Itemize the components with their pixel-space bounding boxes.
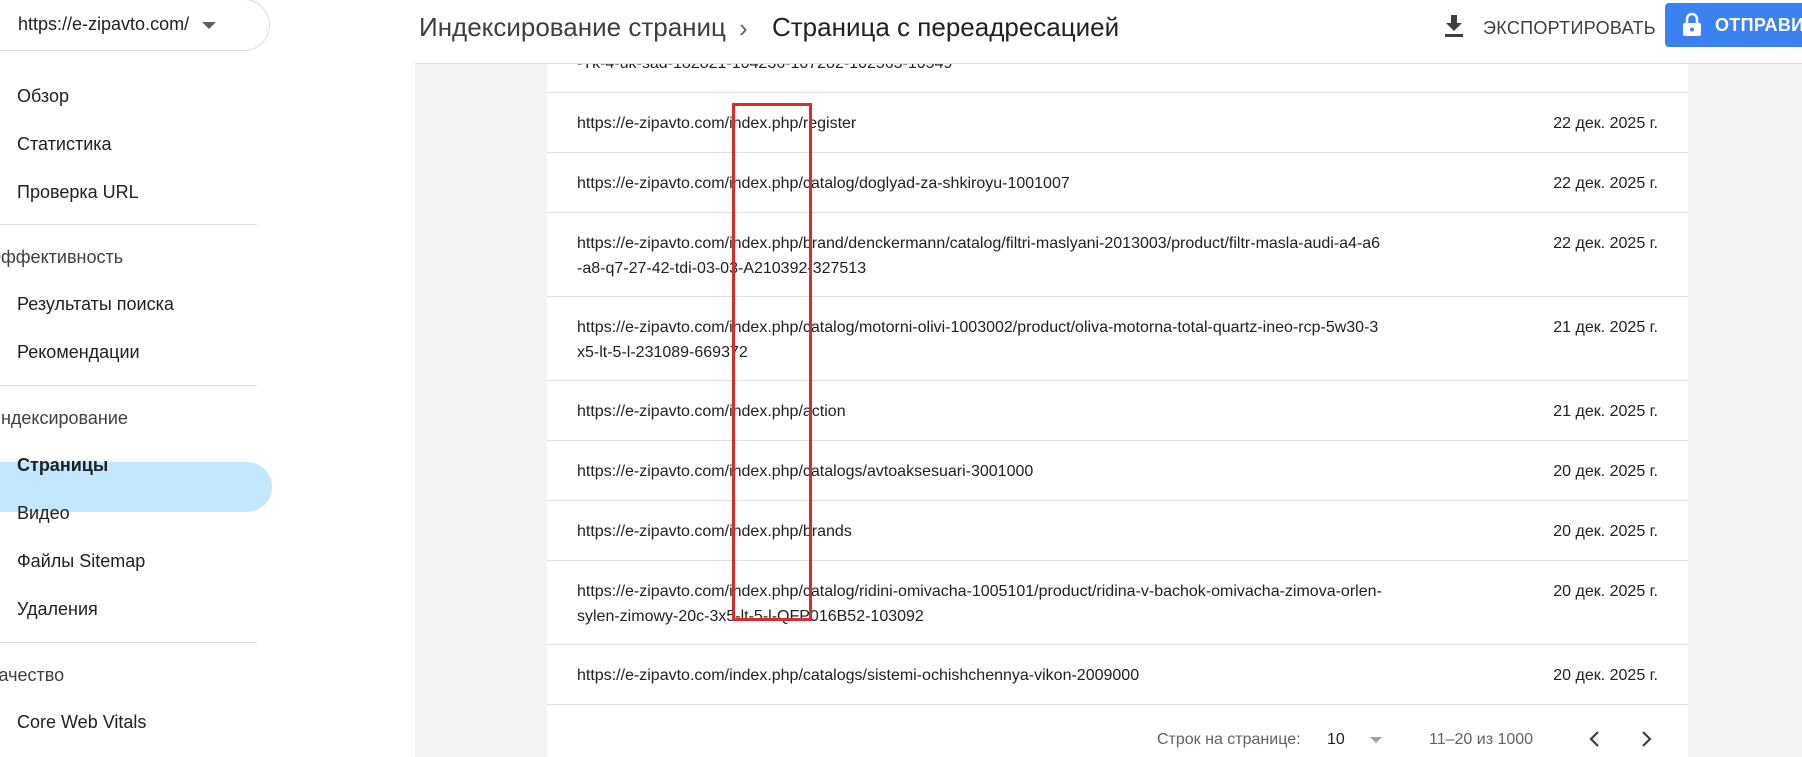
row-url: https://e-zipavto.com/index.php/catalogs…: [577, 463, 1034, 480]
submit-label: ОТПРАВИТ: [1715, 15, 1802, 35]
row-date: 20 дек. 2025 г.: [1553, 667, 1658, 684]
row-date: 21 дек. 2025 г.: [1553, 403, 1658, 420]
nav-item-search-results[interactable]: Результаты поиска: [17, 294, 174, 315]
row-date: 22 дек. 2025 г.: [1553, 235, 1658, 252]
nav-section-indexing: Индексирование: [0, 408, 128, 428]
nav-item-url-inspection[interactable]: Проверка URL: [17, 182, 139, 203]
export-label: ЭКСПОРТИРОВАТЬ: [1483, 18, 1656, 38]
row-url: https://e-zipavto.com/index.php/catalog/…: [577, 319, 1379, 361]
nav-item-recommendations[interactable]: Рекомендации: [17, 342, 140, 363]
nav-divider: [0, 224, 257, 225]
nav-item-removals[interactable]: Удаления: [17, 599, 98, 620]
row-date: 20 дек. 2025 г.: [1553, 463, 1658, 480]
export-button[interactable]: ЭКСПОРТИРОВАТЬ: [1439, 8, 1673, 48]
table-row[interactable]: -Tk-4-uk-sad-182821-104236-107282-102565…: [547, 64, 1688, 93]
nav-divider: [0, 385, 257, 386]
nav-section-performance: Эффективность: [0, 247, 124, 267]
pagination-range: 11–20 из 1000: [1429, 731, 1534, 748]
nav-item-overview[interactable]: Обзор: [17, 86, 69, 107]
row-url: https://e-zipavto.com/index.php/register: [577, 115, 857, 132]
row-date: 22 дек. 2025 г.: [1553, 115, 1658, 132]
lock-icon: [1681, 12, 1703, 43]
nav-item-video[interactable]: Видео: [17, 503, 70, 524]
nav-divider: [0, 642, 257, 643]
page-header: Индексирование страниц › Страница с пере…: [415, 0, 1802, 64]
property-selector[interactable]: https://e-zipavto.com/: [0, 0, 270, 51]
chevron-left-icon[interactable]: [1580, 724, 1610, 754]
row-date: 20 дек. 2025 г.: [1553, 583, 1658, 600]
table-row[interactable]: https://e-zipavto.com/index.php/register…: [547, 93, 1688, 153]
row-url: https://e-zipavto.com/index.php/action: [577, 403, 846, 420]
table-row[interactable]: https://e-zipavto.com/index.php/catalog/…: [547, 561, 1688, 645]
rows-per-page-select[interactable]: 10: [1327, 731, 1345, 749]
table-row[interactable]: https://e-zipavto.com/index.php/catalog/…: [547, 297, 1688, 381]
table-row[interactable]: https://e-zipavto.com/index.php/catalog/…: [547, 153, 1688, 213]
row-url: https://e-zipavto.com/index.php/catalog/…: [577, 583, 1382, 625]
table-row[interactable]: https://e-zipavto.com/index.php/brand/de…: [547, 213, 1688, 297]
property-url: https://e-zipavto.com/: [18, 14, 190, 34]
nav-item-sitemaps[interactable]: Файлы Sitemap: [17, 551, 145, 572]
row-url: https://e-zipavto.com/index.php/brands: [577, 523, 852, 540]
download-icon: [1443, 13, 1465, 44]
row-date: 22 дек. 2025 г.: [1553, 175, 1658, 192]
breadcrumb-parent[interactable]: Индексирование страниц: [419, 12, 726, 43]
chevron-right-icon[interactable]: [1631, 724, 1661, 754]
row-date: 20 дек. 2025 г.: [1553, 523, 1658, 540]
table-row[interactable]: https://e-zipavto.com/index.php/action 2…: [547, 381, 1688, 441]
row-url: -Tk-4-uk-sad-182821-104236-107282-102565…: [577, 64, 1382, 76]
left-navigation: https://e-zipavto.com/ Обзор Статистика …: [0, 0, 415, 757]
row-url: https://e-zipavto.com/index.php/catalogs…: [577, 667, 1140, 684]
table-row[interactable]: https://e-zipavto.com/index.php/catalogs…: [547, 645, 1688, 705]
arrow-drop-down-icon: [202, 22, 216, 29]
table-row[interactable]: https://e-zipavto.com/index.php/catalogs…: [547, 441, 1688, 501]
rows-per-page-label: Строк на странице:: [1157, 731, 1301, 748]
nav-item-pages[interactable]: Страницы: [17, 455, 108, 476]
row-url: https://e-zipavto.com/index.php/catalog/…: [577, 175, 1070, 192]
nav-item-statistics[interactable]: Статистика: [17, 134, 112, 155]
table-row[interactable]: https://e-zipavto.com/index.php/brands 2…: [547, 501, 1688, 561]
arrow-drop-down-icon[interactable]: [1370, 737, 1382, 743]
nav-section-quality: Качество: [0, 665, 65, 685]
chevron-right-icon: ›: [739, 13, 748, 43]
urls-table: -Tk-4-uk-sad-182821-104236-107282-102565…: [547, 64, 1688, 757]
nav-item-core-web-vitals[interactable]: Core Web Vitals: [17, 712, 146, 733]
row-url: https://e-zipavto.com/index.php/brand/de…: [577, 235, 1381, 277]
page-title: Страница с переадресацией: [772, 12, 1120, 42]
row-date: 21 дек. 2025 г.: [1553, 319, 1658, 336]
submit-button[interactable]: ОТПРАВИТ: [1665, 3, 1802, 47]
